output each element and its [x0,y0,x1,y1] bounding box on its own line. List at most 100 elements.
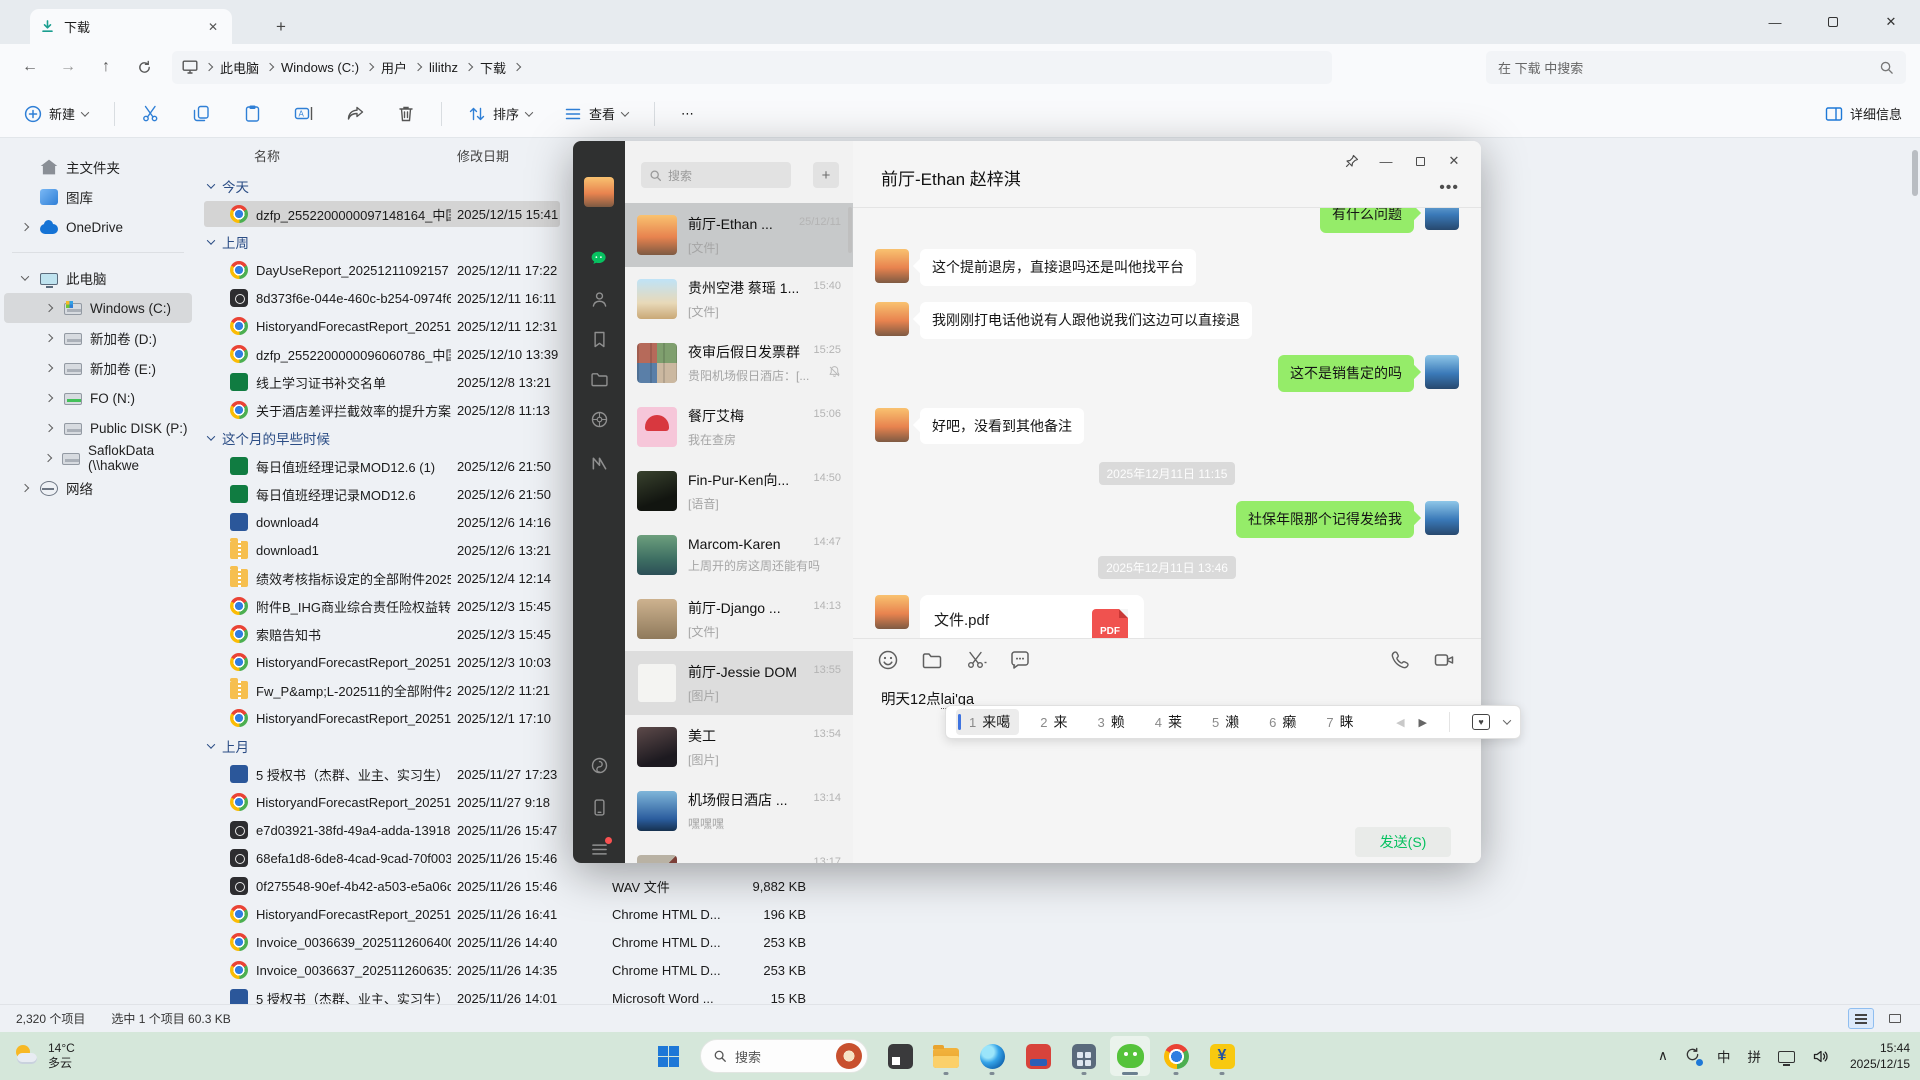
app-icon-red[interactable] [1018,1036,1058,1076]
send-file-icon[interactable] [921,649,943,671]
emoji-icon[interactable] [877,649,899,671]
moments-icon[interactable] [587,407,611,431]
taskbar-search[interactable]: 搜索 [700,1039,868,1073]
ime-candidate[interactable]: 7睐 [1317,709,1362,735]
calculator-icon[interactable] [1064,1036,1104,1076]
send-button[interactable]: 发送(S) [1355,827,1451,857]
sidebar-item--[interactable]: 主文件夹 [4,152,192,182]
chat-list-item[interactable]: 机场假日酒店 ...嘿嘿嘿13:14 [625,779,853,843]
screenshot-icon[interactable] [965,649,987,671]
new-button[interactable]: 新建 [18,99,94,128]
forward-button[interactable]: → [52,51,84,83]
wechat-new-chat-button[interactable]: + [813,162,839,188]
sidebar-item--e-[interactable]: 新加卷 (E:) [4,353,192,383]
channels-icon[interactable] [587,451,611,475]
file-row[interactable]: Invoice_0036639_202511260640012025/11/26… [196,928,1920,956]
minimize-button[interactable]: — [1746,0,1804,44]
tab-close-icon[interactable]: ✕ [204,18,222,36]
chat-list-item[interactable]: Fin-Pur-Ken向...[语音]14:50 [625,459,853,523]
breadcrumb-item[interactable]: 此电脑 [216,55,263,80]
close-button[interactable]: ✕ [1862,0,1920,44]
breadcrumb-item[interactable]: lilithz [425,57,462,78]
up-button[interactable]: ↑ [90,51,122,83]
sidebar-item--[interactable]: 此电脑 [4,263,192,293]
sidebar-item-saflokdata-hakwe[interactable]: SaflokData (\\hakwe [4,443,192,473]
sidebar-item--[interactable]: 网络 [4,473,192,503]
file-message-card[interactable]: 文件.pdf67.2KPDF [920,595,1144,638]
tree-chevron-icon[interactable] [42,425,56,431]
wechat-icon[interactable] [1110,1036,1150,1076]
sidebar-item-public-disk-p-[interactable]: Public DISK (P:) [4,413,192,443]
breadcrumb-item[interactable]: 下载 [476,55,510,80]
taskbar-weather-widget[interactable]: 14°C 多云 [0,1041,75,1071]
ime-candidate[interactable]: 5濑 [1203,709,1248,735]
details-pane-button[interactable]: 详细信息 [1825,104,1902,123]
tree-chevron-icon[interactable] [42,395,56,401]
favorites-icon[interactable] [587,327,611,351]
tree-chevron-icon[interactable] [42,365,56,371]
wechat-close-button[interactable]: ✕ [1437,147,1471,175]
chrome-icon[interactable] [1156,1036,1196,1076]
sidebar-item--[interactable]: 图库 [4,182,192,212]
message-avatar[interactable] [875,408,909,442]
video-call-icon[interactable] [1433,649,1455,671]
chat-list-scrollbar[interactable] [848,207,852,253]
sidebar-item--d-[interactable]: 新加卷 (D:) [4,323,192,353]
wechat-minimize-button[interactable]: — [1369,147,1403,175]
copy-button[interactable] [186,99,217,128]
details-view-button[interactable] [1848,1008,1874,1029]
sidebar-item-windows-c-[interactable]: Windows (C:) [4,293,192,323]
refresh-button[interactable] [128,51,160,83]
taskbar-clock[interactable]: 15:44 2025/12/15 [1846,1040,1910,1072]
file-list-scrollbar[interactable] [1912,150,1918,850]
message-avatar[interactable] [875,249,909,283]
chat-files-icon[interactable] [587,367,611,391]
network-tray-icon[interactable] [1778,1051,1795,1063]
wechat-search-input[interactable]: 搜索 [641,162,791,188]
ime-next-page-icon[interactable]: ▶ [1419,716,1427,729]
more-menu-icon[interactable] [587,837,611,861]
maximize-button[interactable] [1804,0,1862,44]
paste-button[interactable] [237,99,268,128]
wechat-user-avatar[interactable] [584,177,614,207]
ime-candidate[interactable]: 2来 [1031,709,1076,735]
tree-chevron-icon[interactable] [18,224,32,230]
chat-list-item[interactable]: 贵州空港 蔡瑶 1...[文件]15:40 [625,267,853,331]
file-row[interactable]: 0f275548-90ef-4b42-a503-e5a06c760...2025… [196,872,1920,900]
ime-candidate[interactable]: 6癞 [1260,709,1305,735]
share-button[interactable] [340,99,371,128]
chat-list-item[interactable]: 贵阳机场假日酒...13:17 [625,843,853,863]
ime-wordbook-icon[interactable]: ♥ [1472,714,1490,730]
chat-list-item[interactable]: 餐厅艾梅我在查房15:06 [625,395,853,459]
tree-chevron-icon[interactable] [42,305,56,311]
finance-app-icon[interactable]: ¥ [1202,1036,1242,1076]
chat-list-item[interactable]: 夜审后假日发票群贵阳机场假日酒店：[...15:25 [625,331,853,395]
tree-chevron-icon[interactable] [18,275,32,281]
voice-call-icon[interactable] [1389,649,1411,671]
back-button[interactable]: ← [14,51,46,83]
breadcrumb[interactable]: 此电脑Windows (C:)用户lilithz下载 [172,51,1332,84]
rename-button[interactable]: A [288,99,320,128]
chat-list-item[interactable]: 前厅-Jessie DOM[图片]13:55 [625,651,853,715]
ime-mode-indicator[interactable]: 中 [1717,1046,1731,1066]
ime-pinyin-indicator[interactable]: 拼 [1747,1046,1761,1066]
sync-tray-icon[interactable] [1685,1047,1700,1065]
message-avatar[interactable] [1425,501,1459,535]
delete-button[interactable] [391,99,421,128]
new-tab-button[interactable]: + [268,14,294,40]
column-header-name[interactable]: 名称 [254,146,280,165]
search-input[interactable]: 在 下载 中搜索 [1486,51,1906,84]
ime-expand-icon[interactable] [1503,716,1511,724]
breadcrumb-item[interactable]: Windows (C:) [277,57,363,78]
message-avatar[interactable] [875,302,909,336]
file-row[interactable]: Invoice_0036637_202511260635192025/11/26… [196,956,1920,984]
cut-button[interactable] [135,99,166,128]
explorer-tab-downloads[interactable]: 下载 ✕ [30,9,232,44]
contacts-icon[interactable] [587,287,611,311]
message-avatar[interactable] [1425,208,1459,230]
large-icons-view-button[interactable] [1882,1008,1908,1029]
chat-list-item[interactable]: 前厅-Django ...[文件]14:13 [625,587,853,651]
chat-history-icon[interactable] [1009,649,1031,671]
message-avatar[interactable] [1425,355,1459,389]
tree-chevron-icon[interactable] [42,455,54,461]
